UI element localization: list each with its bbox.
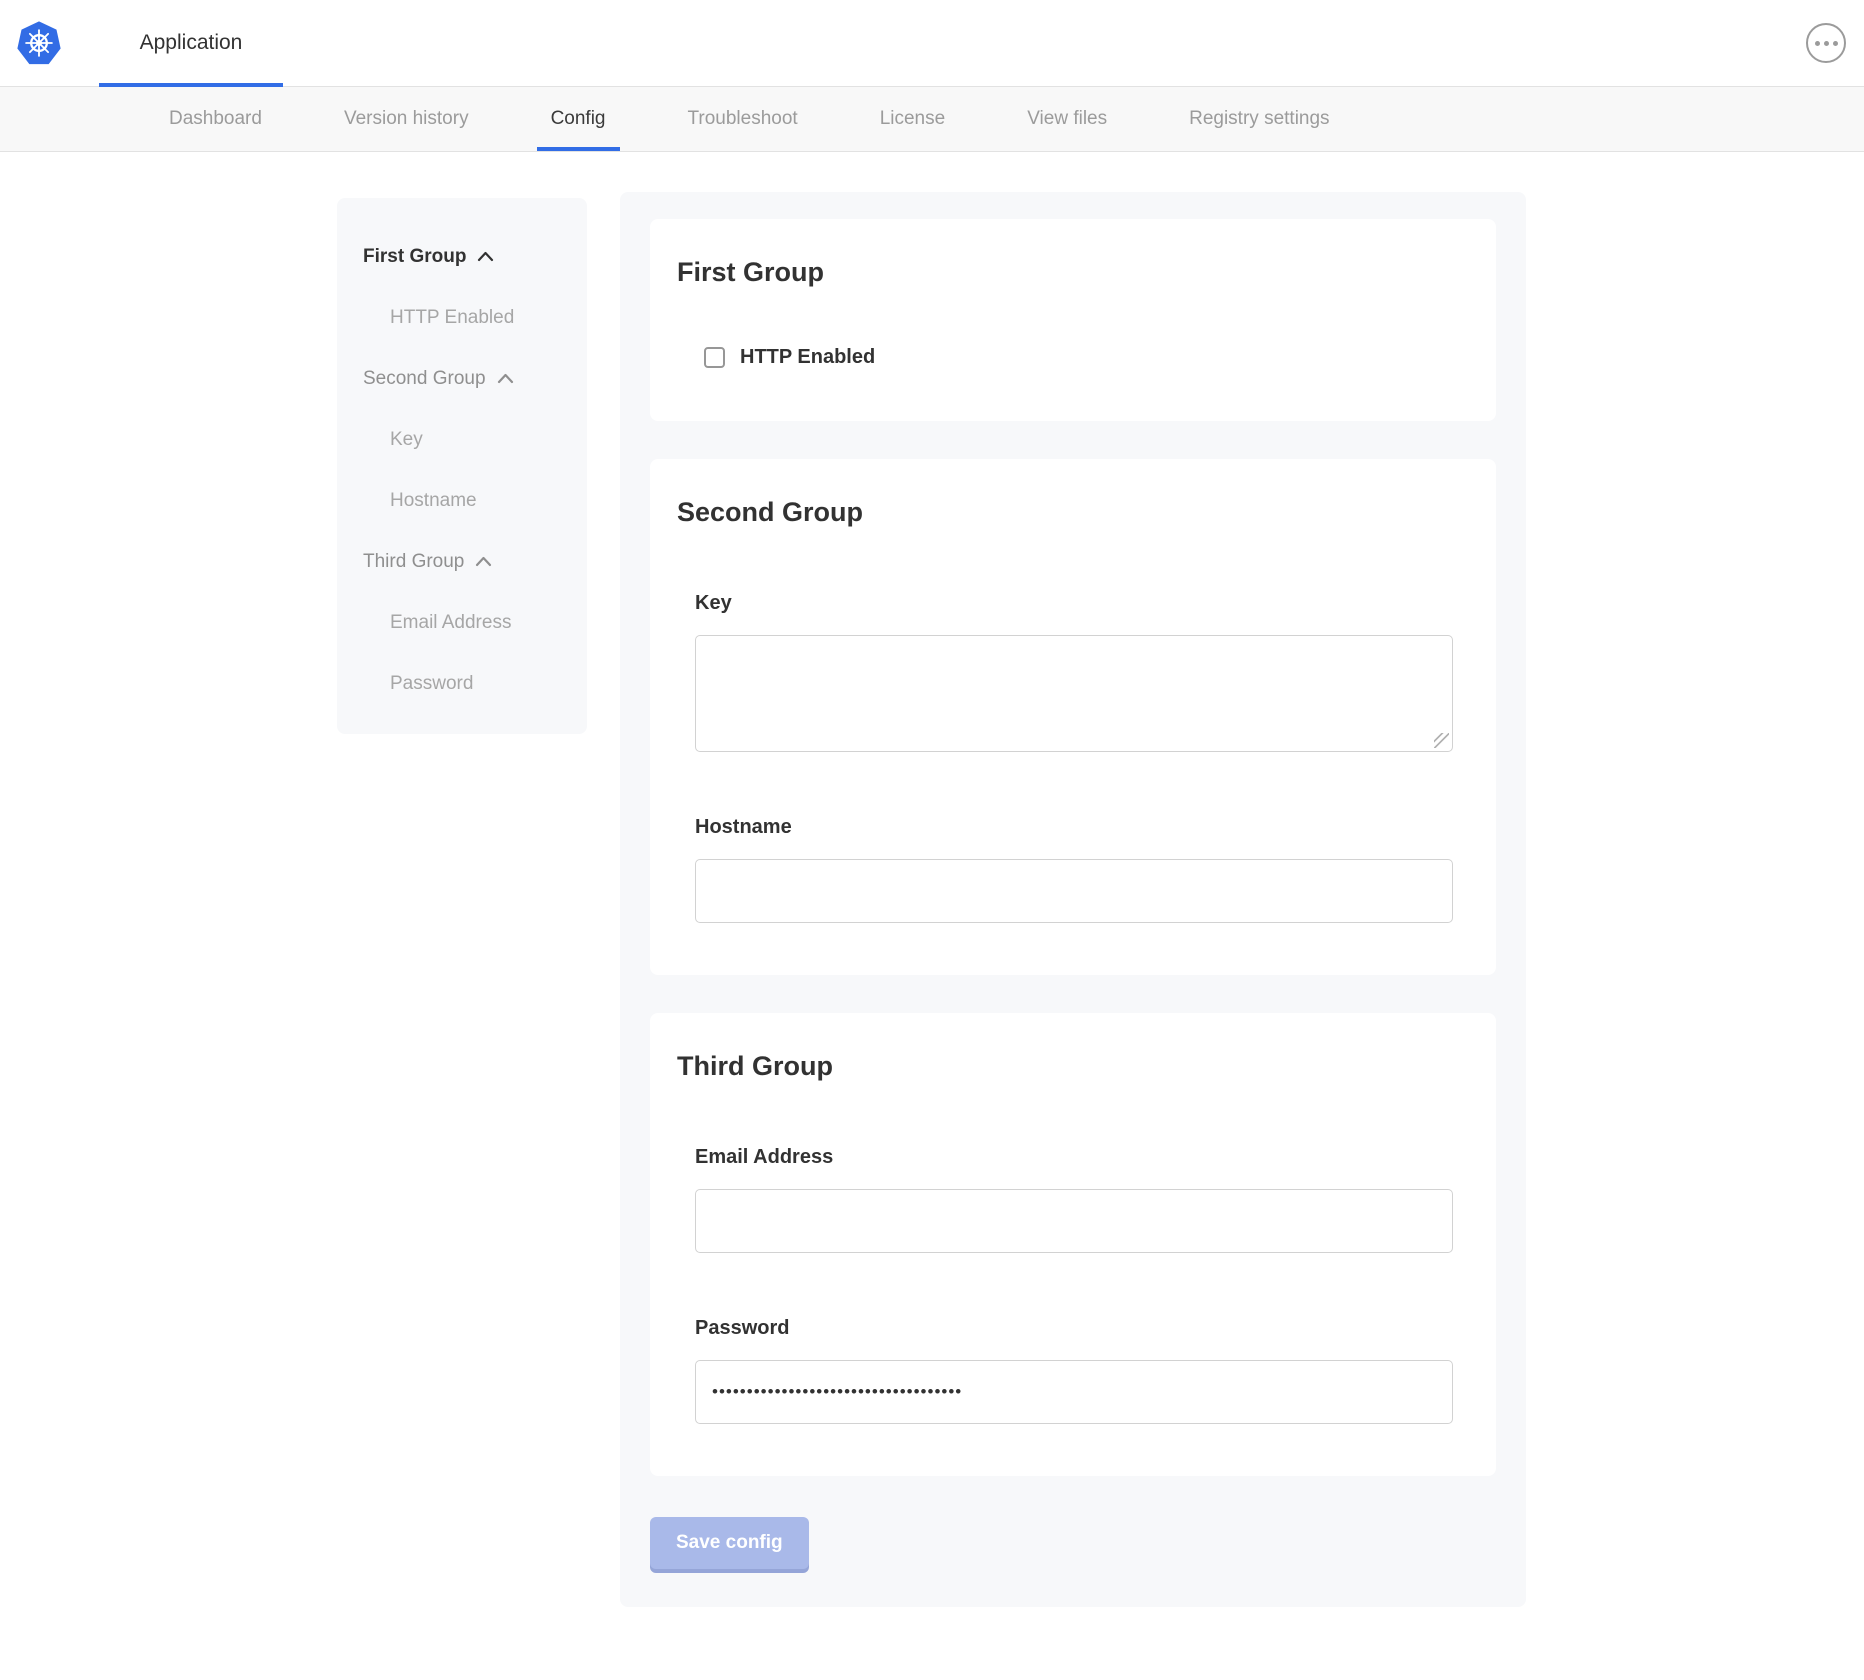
sidebar-item-http-enabled[interactable]: HTTP Enabled bbox=[337, 287, 587, 348]
nav-tab-troubleshoot[interactable]: Troubleshoot bbox=[674, 87, 812, 151]
field-label-password: Password bbox=[695, 1317, 1452, 1340]
sidebar-item-hostname[interactable]: Hostname bbox=[337, 470, 587, 531]
nav-tab-license[interactable]: License bbox=[866, 87, 960, 151]
resize-handle-icon[interactable] bbox=[1434, 733, 1449, 748]
config-panel: First Group HTTP Enabled Second Group Ke… bbox=[620, 192, 1526, 1607]
sidebar-item-label: Hostname bbox=[390, 490, 477, 512]
sidebar-item-email-address[interactable]: Email Address bbox=[337, 592, 587, 653]
sidebar-item-password[interactable]: Password bbox=[337, 653, 587, 714]
field-label-key: Key bbox=[695, 592, 1452, 615]
chevron-up-icon bbox=[497, 373, 514, 384]
nav-tab-view-files[interactable]: View files bbox=[1013, 87, 1121, 151]
password-field: Password bbox=[695, 1317, 1452, 1424]
key-field: Key bbox=[695, 592, 1452, 752]
field-label-email-address: Email Address bbox=[695, 1146, 1452, 1169]
field-label-hostname: Hostname bbox=[695, 816, 1452, 839]
email-address-field: Email Address bbox=[695, 1146, 1452, 1253]
sidebar-group-label: First Group bbox=[363, 246, 466, 268]
group-title-third: Third Group bbox=[677, 1051, 1452, 1082]
config-group-card-second: Second Group Key Hostname bbox=[650, 459, 1496, 975]
key-textarea[interactable] bbox=[695, 635, 1453, 752]
sidebar-group-second-group[interactable]: Second Group bbox=[337, 348, 587, 409]
sidebar-group-label: Third Group bbox=[363, 551, 464, 573]
hostname-field: Hostname bbox=[695, 816, 1452, 923]
sidebar-item-label: HTTP Enabled bbox=[390, 307, 514, 329]
email-address-input[interactable] bbox=[695, 1189, 1453, 1253]
tab-application[interactable]: Application bbox=[99, 0, 283, 86]
top-bar: Application bbox=[0, 0, 1864, 87]
config-group-card-first: First Group HTTP Enabled bbox=[650, 219, 1496, 421]
save-config-label: Save config bbox=[676, 1532, 783, 1553]
sidebar-group-label: Second Group bbox=[363, 368, 486, 390]
http-enabled-row: HTTP Enabled bbox=[704, 346, 1452, 369]
http-enabled-checkbox[interactable] bbox=[704, 347, 725, 368]
chevron-up-icon bbox=[475, 556, 492, 567]
save-config-button[interactable]: Save config bbox=[650, 1517, 809, 1569]
nav-tab-registry-settings[interactable]: Registry settings bbox=[1175, 87, 1343, 151]
config-sidebar: First Group HTTP Enabled Second Group Ke… bbox=[337, 198, 587, 734]
app-tab-label: Application bbox=[140, 31, 243, 55]
nav-tab-config[interactable]: Config bbox=[537, 87, 620, 151]
config-group-card-third: Third Group Email Address Password bbox=[650, 1013, 1496, 1476]
content-area: First Group HTTP Enabled Second Group Ke… bbox=[0, 152, 1864, 1607]
sidebar-group-third-group[interactable]: Third Group bbox=[337, 531, 587, 592]
sidebar-item-label: Password bbox=[390, 673, 473, 695]
nav-tab-dashboard[interactable]: Dashboard bbox=[155, 87, 276, 151]
checkbox-label: HTTP Enabled bbox=[740, 346, 875, 369]
sidebar-item-label: Key bbox=[390, 429, 423, 451]
sidebar-item-label: Email Address bbox=[390, 612, 511, 634]
sidebar-group-first-group[interactable]: First Group bbox=[337, 226, 587, 287]
ellipsis-icon bbox=[1815, 41, 1838, 46]
kubernetes-logo-icon bbox=[16, 20, 62, 66]
group-title-first: First Group bbox=[677, 257, 1452, 288]
app-nav: Dashboard Version history Config Trouble… bbox=[0, 87, 1864, 152]
nav-tab-version-history[interactable]: Version history bbox=[330, 87, 483, 151]
password-input[interactable] bbox=[695, 1360, 1453, 1424]
chevron-up-icon bbox=[477, 251, 494, 262]
more-menu-button[interactable] bbox=[1806, 23, 1846, 63]
hostname-input[interactable] bbox=[695, 859, 1453, 923]
group-title-second: Second Group bbox=[677, 497, 1452, 528]
sidebar-item-key[interactable]: Key bbox=[337, 409, 587, 470]
